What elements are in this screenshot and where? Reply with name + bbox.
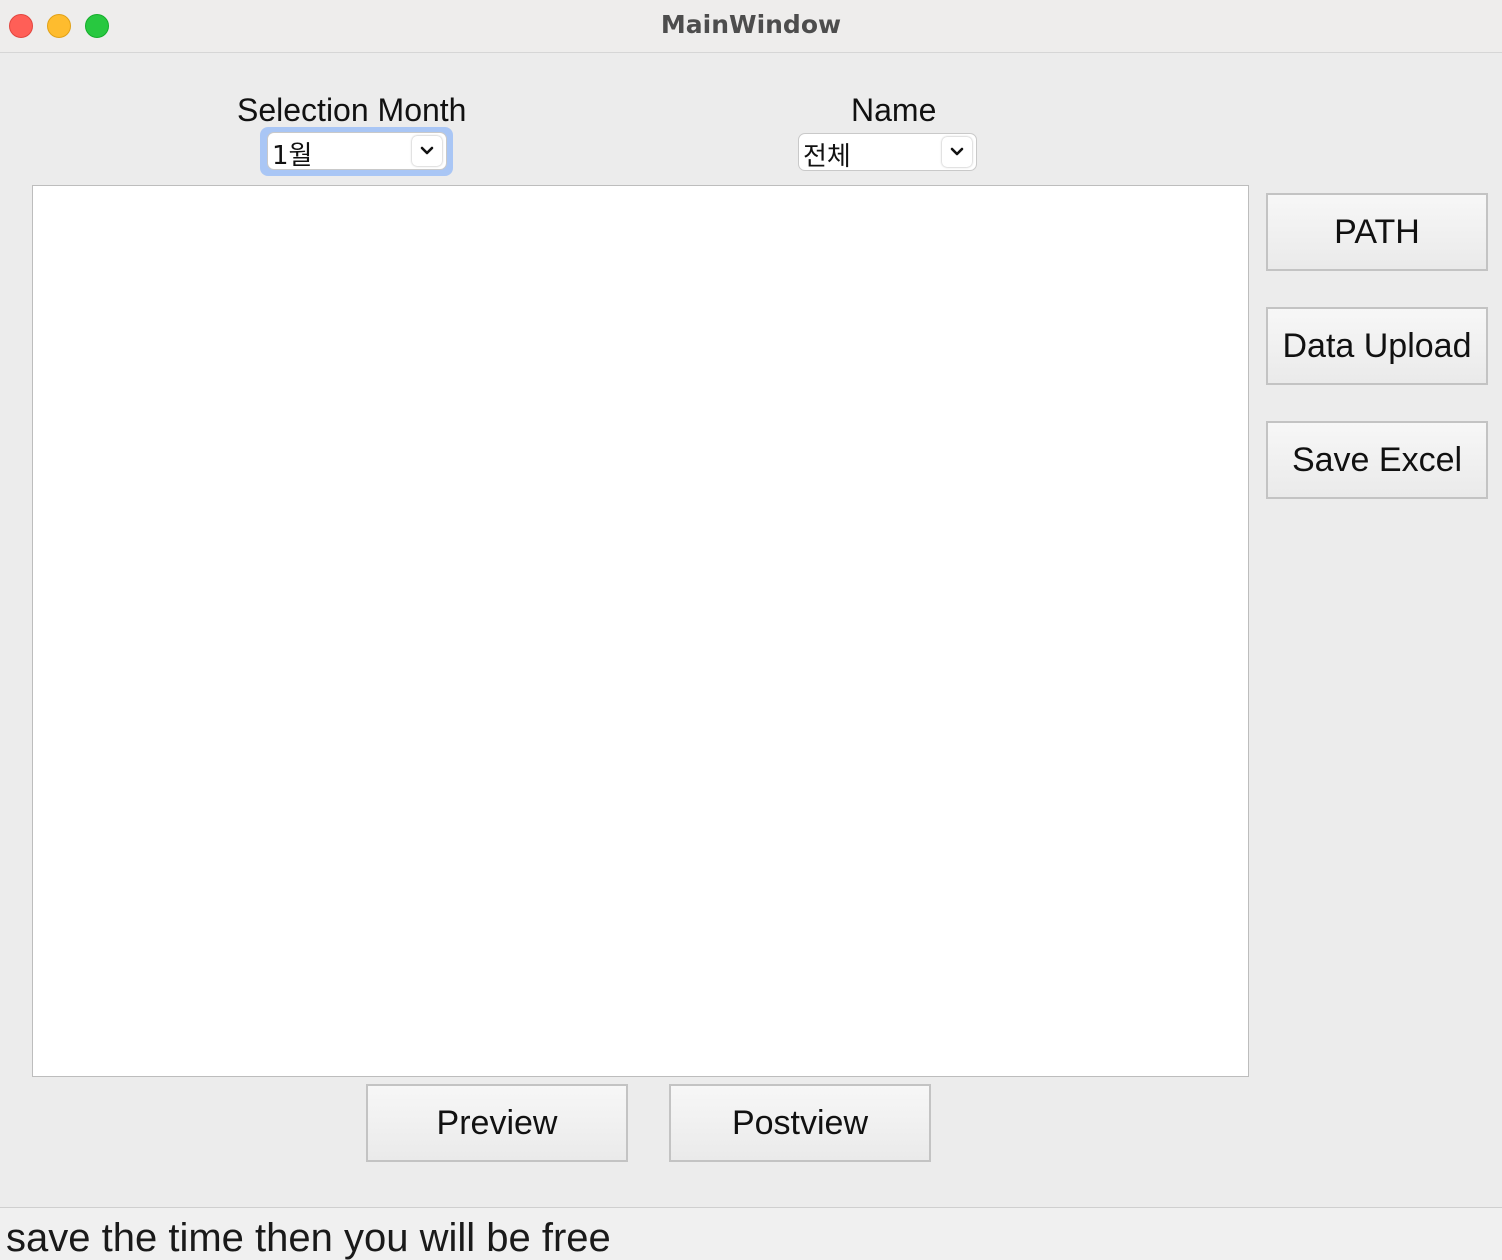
main-window: MainWindow Selection Month 1월 Name 전체 PA… (0, 0, 1502, 1260)
title-bar[interactable]: MainWindow (0, 0, 1502, 53)
postview-button[interactable]: Postview (669, 1084, 931, 1162)
path-button[interactable]: PATH (1266, 193, 1488, 271)
data-table-view[interactable] (32, 185, 1249, 1077)
chevron-down-icon[interactable] (412, 136, 442, 166)
postview-button-label: Postview (731, 1104, 869, 1142)
status-message: save the time then you will be free (6, 1216, 611, 1260)
month-select[interactable]: 1월 (267, 132, 447, 171)
preview-button[interactable]: Preview (366, 1084, 628, 1162)
preview-button-label: Preview (436, 1104, 558, 1142)
chevron-down-icon[interactable] (942, 137, 972, 167)
name-select[interactable]: 전체 (798, 133, 977, 172)
status-bar: save the time then you will be free (0, 1207, 1502, 1260)
name-label: Name (851, 92, 937, 128)
name-select-value: 전체 (803, 142, 851, 172)
save-excel-button[interactable]: Save Excel (1266, 421, 1488, 499)
data-upload-button[interactable]: Data Upload (1266, 307, 1488, 385)
save-excel-button-label: Save Excel (1291, 441, 1463, 479)
month-select-value: 1월 (272, 141, 313, 171)
selection-month-label: Selection Month (237, 92, 467, 128)
path-button-label: PATH (1334, 213, 1420, 251)
window-title: MainWindow (660, 10, 842, 39)
data-upload-button-label: Data Upload (1282, 327, 1472, 365)
